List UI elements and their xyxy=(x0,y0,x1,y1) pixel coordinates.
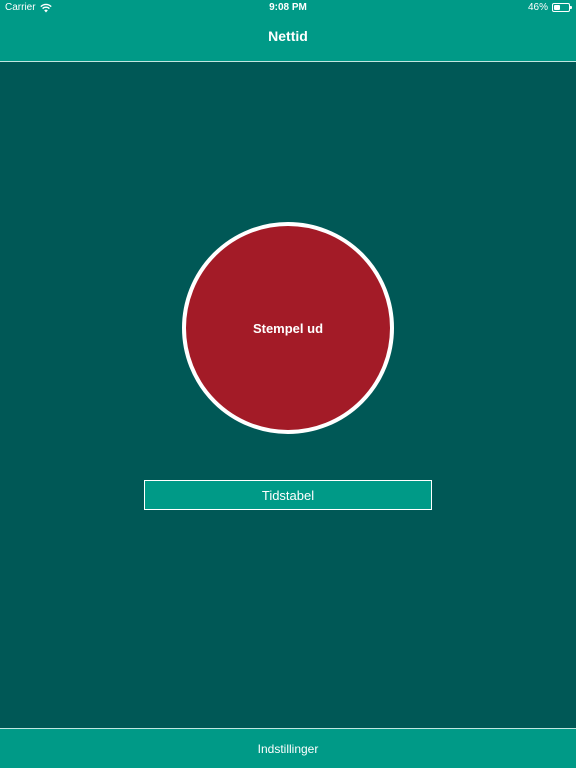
stamp-out-label: Stempel ud xyxy=(252,320,324,336)
settings-button[interactable]: Indstillinger xyxy=(0,728,576,768)
timetable-label: Tidstabel xyxy=(261,487,315,503)
page-title: Nettid xyxy=(268,28,308,44)
battery-nub xyxy=(570,6,572,9)
status-time: 9:08 PM xyxy=(269,2,307,13)
nav-bar: Nettid xyxy=(0,16,576,62)
battery-percent: 46% xyxy=(527,2,548,13)
battery-fill xyxy=(554,5,561,10)
timetable-button[interactable]: Tidstabel xyxy=(144,480,432,510)
status-bar: Carrier 9:08 PM 46% xyxy=(0,0,576,16)
stamp-out-button[interactable]: Stempel ud xyxy=(182,222,394,434)
status-battery: 46% xyxy=(527,2,572,13)
battery-icon xyxy=(552,3,572,12)
settings-label: Indstillinger xyxy=(257,741,319,756)
